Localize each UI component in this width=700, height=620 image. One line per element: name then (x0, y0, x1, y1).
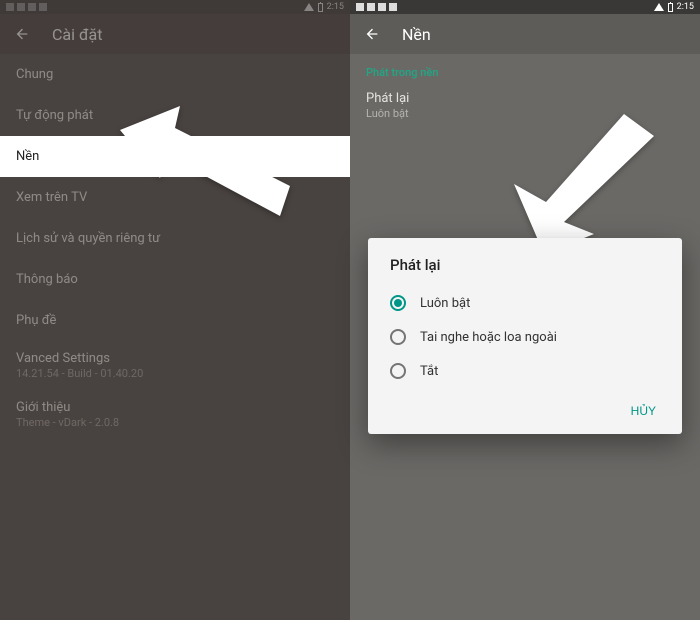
battery-icon (318, 3, 323, 12)
radio-icon (390, 363, 406, 379)
status-time: 2:15 (327, 2, 344, 12)
back-icon[interactable] (14, 26, 30, 42)
status-bar: 2:15 (0, 0, 350, 14)
wifi-icon (304, 3, 314, 11)
playback-dialog: Phát lại Luôn bật Tai nghe hoặc loa ngoà… (368, 238, 682, 434)
radio-icon (390, 295, 406, 311)
dialog-title: Phát lại (368, 256, 682, 286)
list-item-nen[interactable]: Nền (0, 136, 350, 177)
list-item-phude[interactable]: Phụ đề (0, 300, 350, 341)
settings-list: Chung Tự động phát Nền Xem trên TV Lịch … (0, 54, 350, 439)
radio-option-headphones[interactable]: Tai nghe hoặc loa ngoài (368, 320, 682, 354)
list-item-xemtrentv[interactable]: Xem trên TV (0, 177, 350, 218)
list-item-gioithieu[interactable]: Giới thiệu Theme - vDark - 2.0.8 (0, 390, 350, 439)
list-item-lichsu[interactable]: Lịch sử và quyền riêng tư (0, 218, 350, 259)
radio-option-always[interactable]: Luôn bật (368, 286, 682, 320)
cancel-button[interactable]: HỦY (623, 398, 664, 424)
list-item-vanced[interactable]: Vanced Settings 14.21.54 - Build - 01.40… (0, 341, 350, 390)
dialog-overlay: Phát lại Luôn bật Tai nghe hoặc loa ngoà… (350, 0, 700, 620)
list-item-chung[interactable]: Chung (0, 54, 350, 95)
page-title: Cài đặt (52, 25, 102, 44)
list-item-tudongphat[interactable]: Tự động phát (0, 95, 350, 136)
radio-icon (390, 329, 406, 345)
settings-pane-right: 2:15 Nền Phát trong nền Phát lại Luôn bậ… (350, 0, 700, 620)
header: Cài đặt (0, 14, 350, 54)
list-item-thongbao[interactable]: Thông báo (0, 259, 350, 300)
radio-option-off[interactable]: Tắt (368, 354, 682, 388)
settings-pane-left: 2:15 Cài đặt Chung Tự động phát Nền Xem … (0, 0, 350, 620)
